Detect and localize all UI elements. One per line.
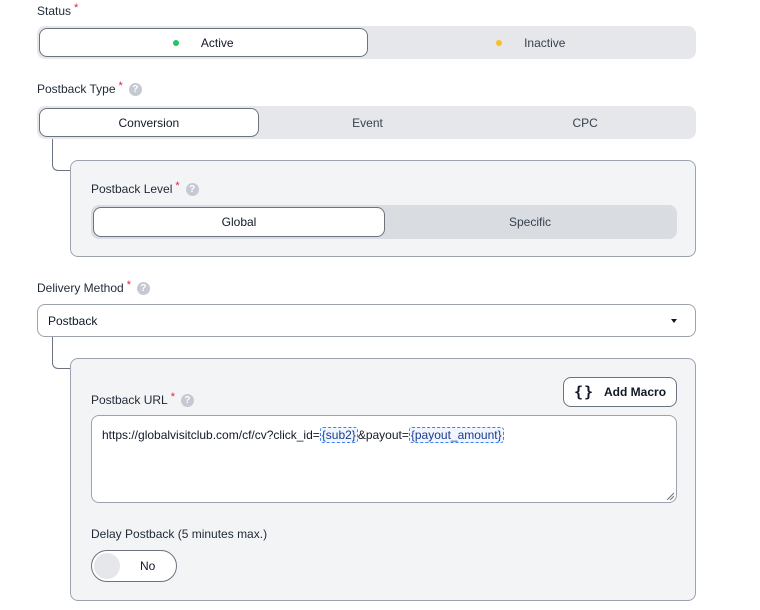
delivery-method-value: Postback	[48, 313, 98, 328]
help-icon[interactable]: ?	[180, 393, 194, 407]
postback-url-label: Postback URL * ?	[91, 391, 194, 407]
braces-icon: {}	[573, 383, 595, 401]
status-option-inactive[interactable]: Inactive	[368, 28, 695, 57]
add-macro-button[interactable]: {} Add Macro	[563, 377, 677, 407]
toggle-knob	[94, 553, 120, 579]
help-icon[interactable]: ?	[185, 182, 199, 196]
postback-url-input[interactable]: https://globalvisitclub.com/cf/cv?click_…	[91, 415, 677, 503]
delivery-method-select[interactable]: Postback	[37, 304, 696, 337]
postback-level-selector: Global Specific	[91, 205, 677, 239]
macro-token[interactable]: {payout_amount}	[408, 427, 504, 443]
active-dot-icon	[172, 39, 179, 46]
toggle-value: No	[140, 559, 156, 573]
chevron-down-icon	[671, 319, 677, 323]
inactive-dot-icon	[496, 39, 503, 46]
tree-connector	[52, 337, 70, 369]
delay-postback-label: Delay Postback (5 minutes max.)	[91, 527, 268, 541]
postback-level-panel: Postback Level * ? Global Specific	[70, 160, 696, 257]
delay-postback-toggle[interactable]: No	[91, 550, 177, 582]
postback-type-option-conversion[interactable]: Conversion	[39, 108, 259, 137]
macro-token[interactable]: {sub2}	[319, 427, 358, 443]
status-selector: Active Inactive	[37, 26, 696, 59]
required-mark: *	[170, 391, 175, 403]
postback-type-option-cpc[interactable]: CPC	[476, 108, 694, 137]
postback-type-selector: Conversion Event CPC	[37, 106, 696, 139]
postback-level-option-global[interactable]: Global	[93, 207, 385, 237]
required-mark: *	[175, 180, 180, 192]
postback-level-option-specific[interactable]: Specific	[385, 207, 675, 237]
delivery-method-label: Delivery Method * ?	[37, 279, 150, 295]
help-icon[interactable]: ?	[136, 281, 150, 295]
required-mark: *	[118, 80, 123, 92]
required-mark: *	[74, 2, 79, 14]
tree-connector	[52, 139, 70, 171]
postback-type-label: Postback Type * ?	[37, 80, 142, 96]
required-mark: *	[126, 279, 131, 291]
status-option-active[interactable]: Active	[39, 28, 368, 57]
postback-url-panel: Postback URL * ? {} Add Macro https://glo…	[70, 358, 696, 601]
help-icon[interactable]: ?	[128, 82, 142, 96]
postback-level-label: Postback Level * ?	[91, 180, 199, 196]
status-label: Status *	[37, 2, 79, 18]
postback-type-option-event[interactable]: Event	[259, 108, 477, 137]
resize-handle-icon[interactable]	[666, 492, 674, 500]
